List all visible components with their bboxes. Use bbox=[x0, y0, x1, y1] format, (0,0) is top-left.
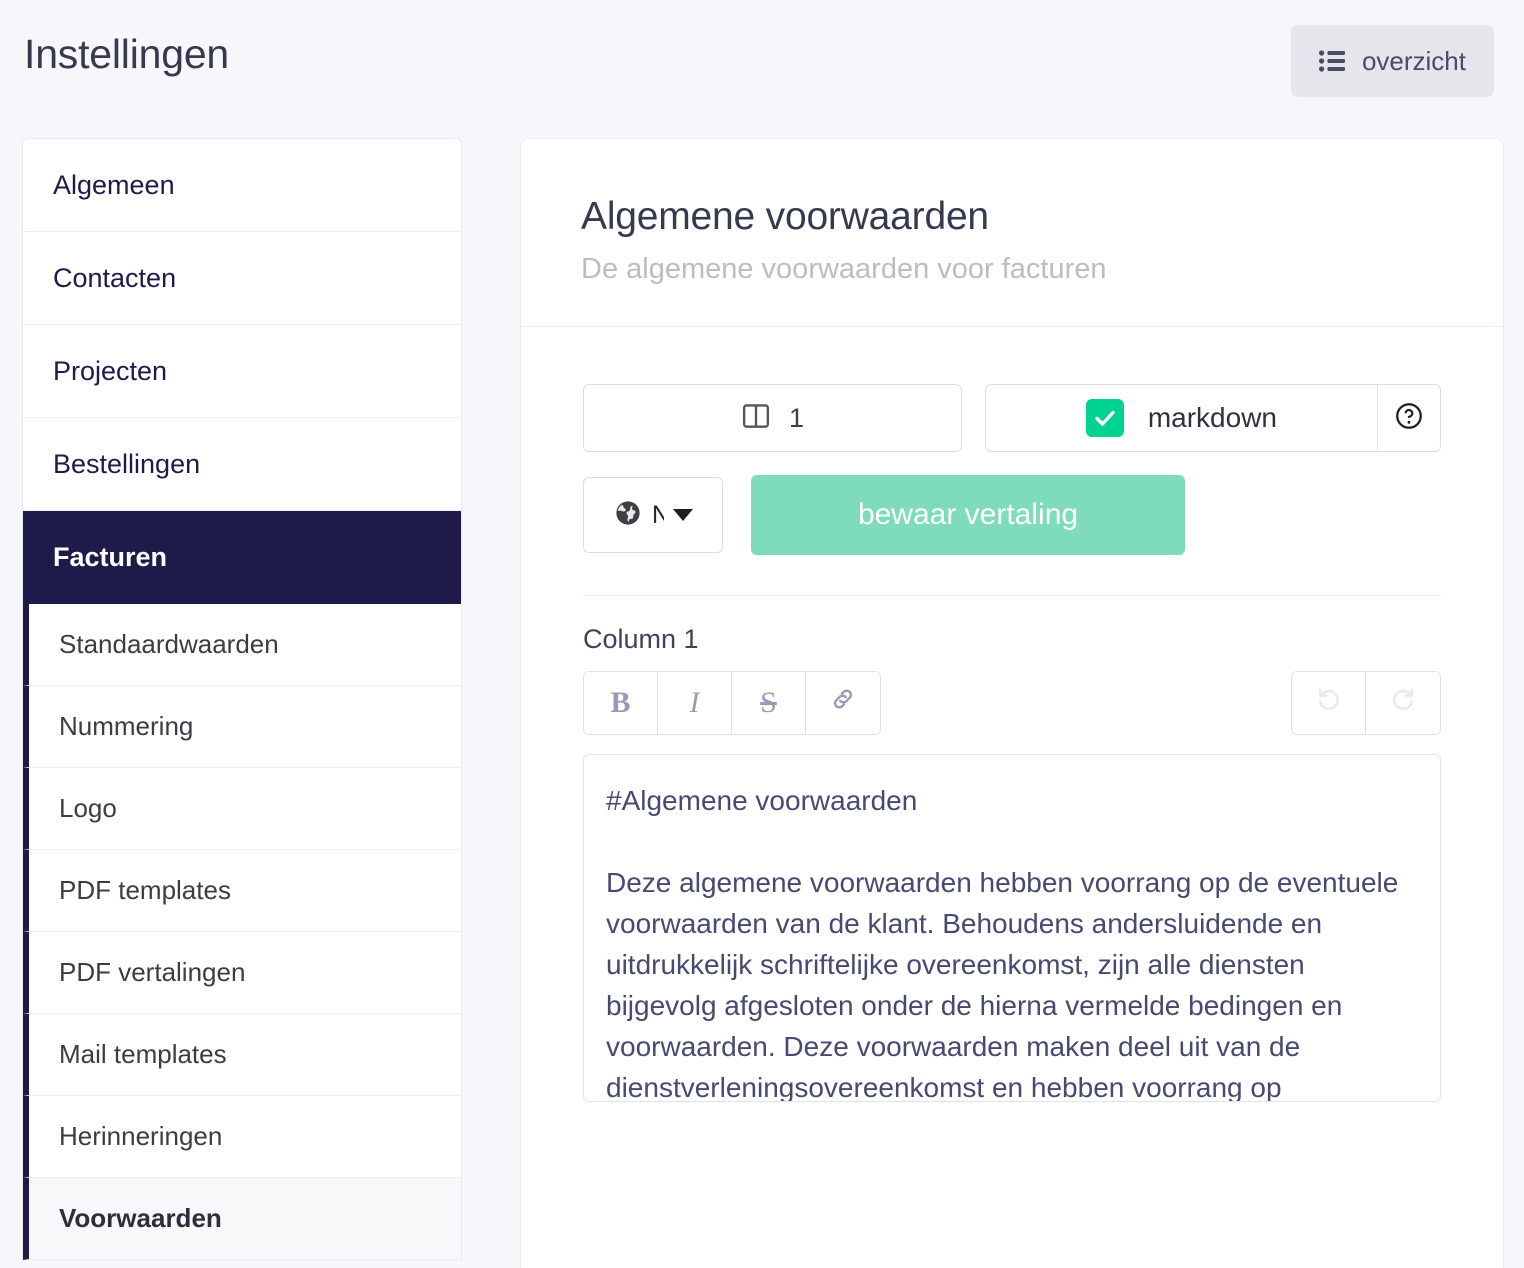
format-button-group: B I S bbox=[583, 671, 881, 735]
controls-row-top: 1 markdown bbox=[583, 384, 1441, 452]
section-divider bbox=[583, 595, 1441, 596]
sidebar-subitem-pdf-templates[interactable]: PDF templates bbox=[23, 850, 461, 932]
panel-subtitle: De algemene voorwaarden voor facturen bbox=[581, 253, 1107, 285]
controls-row-bottom: N bewaar vertaling bbox=[583, 475, 1441, 555]
settings-sidebar: Algemeen Contacten Projecten Bestellinge… bbox=[22, 138, 462, 1260]
italic-button[interactable]: I bbox=[658, 672, 732, 734]
sidebar-item-label: Contacten bbox=[53, 262, 177, 293]
columns-selector[interactable]: 1 bbox=[583, 384, 963, 452]
columns-icon bbox=[741, 401, 771, 436]
markdown-editor-textarea[interactable]: #Algemene voorwaarden Deze algemene voor… bbox=[583, 754, 1441, 1102]
undo-button[interactable] bbox=[1292, 672, 1366, 734]
list-icon bbox=[1318, 50, 1345, 72]
sidebar-subitem-pdf-vertalingen[interactable]: PDF vertalingen bbox=[23, 932, 461, 1014]
sidebar-subitem-label: Standaardwaarden bbox=[59, 629, 279, 659]
bold-button[interactable]: B bbox=[584, 672, 658, 734]
sidebar-item-label: Algemeen bbox=[53, 169, 175, 200]
sidebar-subitem-label: Voorwaarden bbox=[59, 1203, 222, 1233]
sidebar-item-contacten[interactable]: Contacten bbox=[23, 232, 461, 325]
sidebar-subitem-standaardwaarden[interactable]: Standaardwaarden bbox=[23, 604, 461, 686]
editor-toolbar: B I S bbox=[583, 671, 1441, 735]
redo-icon bbox=[1389, 685, 1417, 721]
panel-title: Algemene voorwaarden bbox=[581, 195, 989, 238]
overview-button-label: overzicht bbox=[1361, 45, 1466, 76]
checkbox-checked-icon bbox=[1085, 399, 1124, 437]
sidebar-subitem-label: PDF vertalingen bbox=[59, 957, 246, 987]
language-code: N bbox=[652, 501, 664, 530]
save-translation-button[interactable]: bewaar vertaling bbox=[751, 475, 1185, 555]
chevron-down-icon bbox=[673, 509, 693, 521]
sidebar-subitem-herinneringen[interactable]: Herinneringen bbox=[23, 1096, 461, 1178]
help-circle-icon bbox=[1394, 401, 1424, 436]
panel-body: 1 markdown bewaar vertaling Column 1 B I… bbox=[521, 327, 1503, 1102]
markdown-control-group: markdown bbox=[985, 384, 1441, 452]
sidebar-subitem-nummering[interactable]: Nummering bbox=[23, 686, 461, 768]
history-button-group bbox=[1291, 671, 1441, 735]
markdown-help-button[interactable] bbox=[1376, 385, 1440, 451]
sidebar-item-label: Bestellingen bbox=[53, 448, 201, 479]
sidebar-item-algemeen[interactable]: Algemeen bbox=[23, 139, 461, 232]
undo-icon bbox=[1315, 685, 1343, 721]
markdown-toggle[interactable]: markdown bbox=[986, 385, 1377, 451]
sidebar-item-label: Projecten bbox=[53, 355, 168, 386]
sidebar-item-facturen[interactable]: Facturen bbox=[23, 511, 461, 604]
sidebar-subitem-label: PDF templates bbox=[59, 875, 231, 905]
overview-button[interactable]: overzicht bbox=[1290, 25, 1494, 97]
sidebar-subitem-label: Mail templates bbox=[59, 1039, 227, 1069]
strikethrough-button[interactable]: S bbox=[732, 672, 806, 734]
sidebar-subitem-label: Logo bbox=[59, 793, 117, 823]
sidebar-subitem-label: Herinneringen bbox=[59, 1121, 223, 1151]
sidebar-subitem-mail-templates[interactable]: Mail templates bbox=[23, 1014, 461, 1096]
sidebar-item-projecten[interactable]: Projecten bbox=[23, 325, 461, 418]
panel-header: Algemene voorwaarden De algemene voorwaa… bbox=[521, 139, 1503, 327]
sidebar-item-label: Facturen bbox=[53, 541, 168, 572]
column-label: Column 1 bbox=[583, 624, 699, 654]
sidebar-item-bestellingen[interactable]: Bestellingen bbox=[23, 418, 461, 511]
settings-panel: Algemene voorwaarden De algemene voorwaa… bbox=[520, 138, 1504, 1268]
link-icon bbox=[829, 685, 857, 721]
sidebar-subitem-label: Nummering bbox=[59, 711, 194, 741]
sidebar-subitem-logo[interactable]: Logo bbox=[23, 768, 461, 850]
markdown-label: markdown bbox=[1147, 402, 1277, 433]
link-button[interactable] bbox=[806, 672, 880, 734]
columns-count: 1 bbox=[788, 402, 805, 433]
page-title: Instellingen bbox=[24, 31, 230, 77]
language-selector[interactable]: N bbox=[583, 477, 723, 553]
globe-icon bbox=[613, 498, 643, 533]
redo-button[interactable] bbox=[1366, 672, 1440, 734]
top-bar: Instellingen overzicht bbox=[0, 0, 1524, 122]
sidebar-subitem-voorwaarden[interactable]: Voorwaarden bbox=[23, 1178, 461, 1260]
